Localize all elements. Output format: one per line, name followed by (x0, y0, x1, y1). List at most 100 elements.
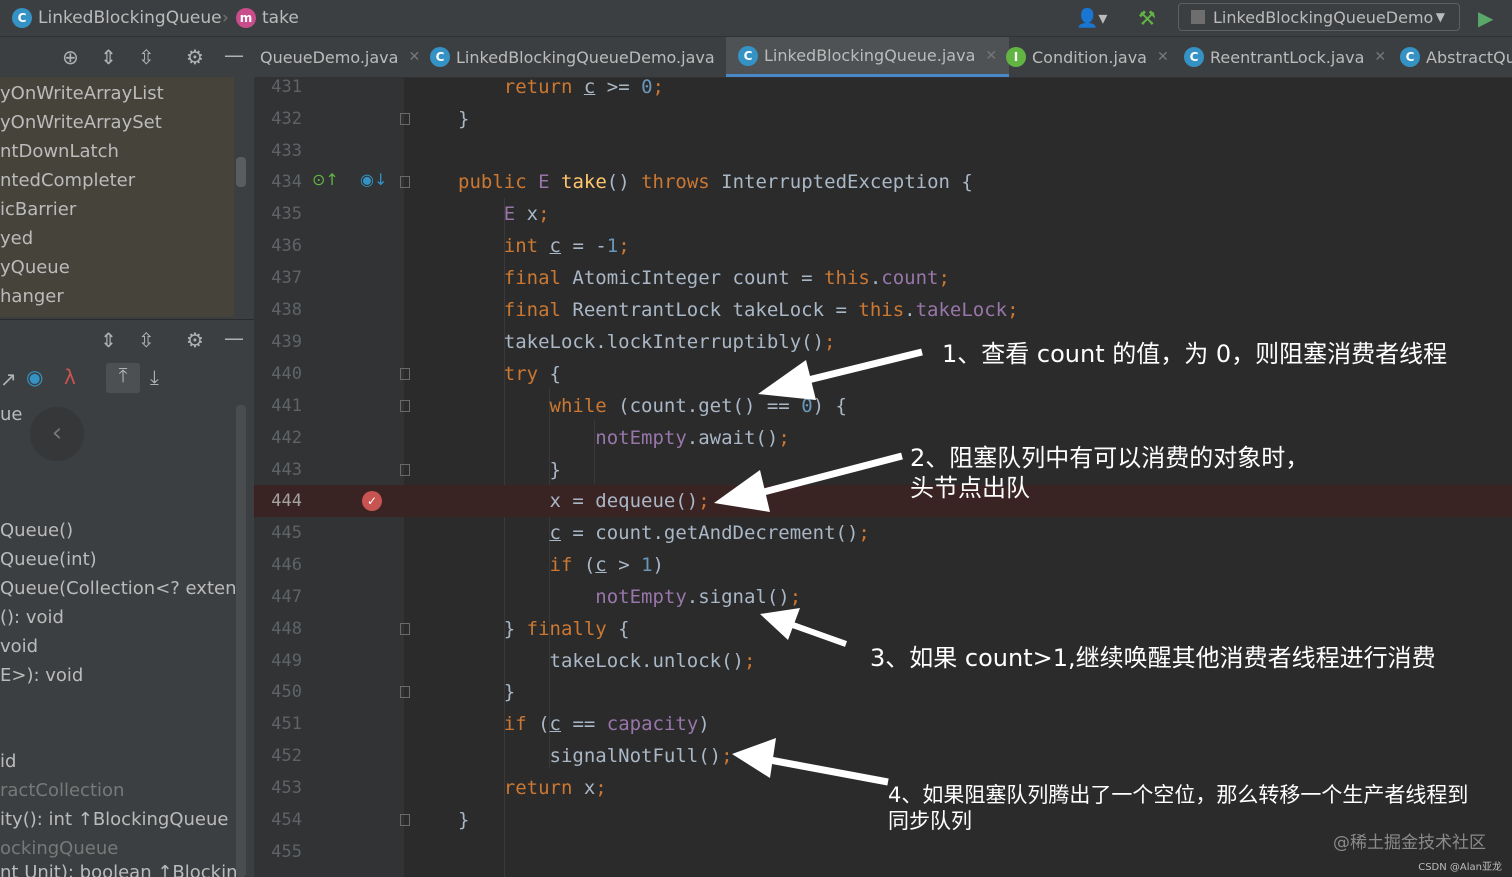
tab-linkedblockingqueuedemo[interactable]: C LinkedBlockingQueueDemo.java✕ (430, 37, 736, 77)
list-item[interactable]: ractCollection (0, 780, 124, 801)
code-text: } (458, 108, 470, 130)
expand-all-icon[interactable]: ⇕ (100, 328, 117, 352)
fold-marker-icon[interactable] (400, 686, 410, 698)
list-item[interactable]: hanger (0, 286, 64, 307)
tab-queuedemo[interactable]: QueueDemo.java ✕ (260, 37, 420, 77)
close-icon[interactable]: ✕ (408, 49, 420, 65)
code-line: 445 c = count.getAndDecrement(); (254, 517, 1512, 549)
code-text: takeLock.lockInterruptibly(); (458, 331, 836, 353)
fold-marker-icon[interactable] (400, 368, 410, 380)
tab-abstractqueue[interactable]: C AbstractQue (1400, 37, 1512, 77)
list-item[interactable]: Queue(Collection<? extenc (0, 578, 236, 599)
code-line: 448 } finally { (254, 613, 1512, 645)
annotation-1: 1、查看 count 的值，为 0，则阻塞消费者线程 (942, 340, 1448, 368)
scrollbar[interactable] (236, 157, 246, 187)
code-line: 451 if (c == capacity) (254, 708, 1512, 740)
code-text: c = count.getAndDecrement(); (549, 522, 870, 544)
line-number: 431 (271, 78, 302, 97)
collapse-all-icon[interactable]: ⇳ (138, 45, 155, 69)
code-line: 441 while (count.get() == 0) { (254, 390, 1512, 422)
collapse-all-icon[interactable]: ⇳ (138, 328, 155, 352)
tab-linkedblockingqueue[interactable]: C LinkedBlockingQueue.java ✕ (726, 37, 1010, 77)
annotation-4: 4、如果阻塞队列腾出了一个空位，那么转移一个生产者线程到 (888, 783, 1469, 807)
list-item[interactable]: icBarrier (0, 199, 76, 220)
list-item[interactable]: ity(): int ↑BlockingQueue (0, 809, 228, 830)
list-item[interactable]: (): void (0, 607, 64, 628)
code-text: x = dequeue(); (458, 490, 710, 512)
line-number: 449 (271, 651, 302, 671)
close-icon[interactable]: ✕ (1157, 49, 1169, 65)
code-text: int c = -1; (503, 235, 630, 257)
scrollbar[interactable] (236, 405, 246, 877)
code-text: signalNotFull(); (458, 745, 733, 767)
fold-marker-icon[interactable] (400, 176, 410, 188)
code-line: 443 } (254, 454, 1512, 486)
minimize-icon[interactable]: — (224, 326, 244, 350)
debug-marker-icon[interactable]: ◉↓ (360, 170, 387, 189)
list-item[interactable]: ockingQueue (0, 838, 118, 859)
list-item[interactable]: yQueue (0, 257, 70, 278)
chevron-down-icon: ▼ (1435, 10, 1445, 24)
fold-marker-icon[interactable] (400, 464, 410, 476)
gear-icon[interactable]: ⚙ (186, 45, 204, 69)
annotation-2-line2: 头节点出队 (910, 474, 1030, 502)
breakpoint-icon[interactable]: ✓ (362, 491, 382, 511)
fold-marker-icon[interactable] (400, 113, 410, 125)
breadcrumb-method-label: take (262, 8, 299, 28)
code-line: 446 if (c > 1) (254, 549, 1512, 581)
class-icon: C (738, 45, 758, 66)
expand-all-icon[interactable]: ⇕ (100, 45, 117, 69)
breadcrumb-class[interactable]: C LinkedBlockingQueue (12, 0, 222, 36)
show-fields-icon[interactable]: ◉ (26, 365, 43, 389)
list-item[interactable]: yed (0, 228, 33, 249)
gear-icon[interactable]: ⚙ (186, 328, 204, 352)
list-item[interactable]: E>): void (0, 665, 83, 686)
locate-icon[interactable]: ⊕ (62, 45, 79, 69)
close-icon[interactable]: ✕ (1374, 49, 1386, 65)
editor-tab-bar: QueueDemo.java ✕ C LinkedBlockingQueueDem… (254, 37, 1512, 78)
build-hammer-icon[interactable]: ⚒ (1138, 0, 1156, 36)
tab-condition[interactable]: I Condition.java ✕ (1006, 37, 1169, 77)
autoscroll-icon[interactable]: ⤓ (150, 365, 159, 389)
back-arrow-icon[interactable]: ‹ (30, 407, 84, 461)
code-text: takeLock.unlock(); (458, 650, 756, 672)
list-item[interactable]: ntDownLatch (0, 141, 119, 162)
line-number: 453 (271, 778, 302, 798)
list-item[interactable]: Queue(int) (0, 549, 97, 570)
list-item[interactable]: void (0, 636, 38, 657)
fold-marker-icon[interactable] (400, 814, 410, 826)
code-line: 435 E x; (254, 198, 1512, 230)
code-text: E x; (503, 203, 550, 225)
list-item[interactable]: id (0, 751, 16, 772)
implements-method-icon[interactable]: ⊙↑ (312, 170, 339, 189)
line-number: 438 (271, 300, 302, 320)
list-item[interactable]: yOnWriteArrayList (0, 83, 164, 104)
fold-marker-icon[interactable] (400, 400, 410, 412)
minimize-icon[interactable]: — (224, 43, 244, 67)
list-item[interactable]: Queue() (0, 520, 73, 541)
code-text: } finally { (458, 618, 630, 640)
run-configuration-selector[interactable]: LinkedBlockingQueueDemo ▼ (1178, 3, 1460, 31)
line-number: 441 (271, 396, 302, 416)
list-item[interactable]: nt Unit): boolean ↑Blockin (0, 862, 236, 877)
run-play-icon[interactable]: ▶ (1478, 0, 1493, 36)
class-icon: C (430, 47, 450, 67)
close-icon[interactable]: ✕ (985, 48, 997, 64)
line-number: 446 (271, 555, 302, 575)
user-icon[interactable]: 👤▾ (1076, 0, 1107, 36)
tab-reentrantlock[interactable]: C ReentrantLock.java ✕ (1184, 37, 1386, 77)
list-item[interactable]: yOnWriteArraySet (0, 112, 162, 133)
line-number: 448 (271, 619, 302, 639)
code-text: } (458, 459, 561, 481)
code-editor[interactable]: 431 return c >= 0; 432} 433 434 ⊙↑ ◉↓ pu… (254, 78, 1512, 877)
show-inherited-icon[interactable]: ⤒ (106, 363, 140, 393)
breadcrumb-method[interactable]: m take (236, 0, 299, 36)
list-item[interactable]: ue (0, 404, 22, 425)
code-text: try { (503, 363, 561, 385)
code-line: 452 signalNotFull(); (254, 740, 1512, 772)
fold-marker-icon[interactable] (400, 623, 410, 635)
show-lambdas-icon[interactable]: λ (64, 365, 76, 389)
list-item[interactable]: ntedCompleter (0, 170, 135, 191)
sort-icon[interactable]: ↗ (0, 367, 17, 391)
line-number: 437 (271, 268, 302, 288)
